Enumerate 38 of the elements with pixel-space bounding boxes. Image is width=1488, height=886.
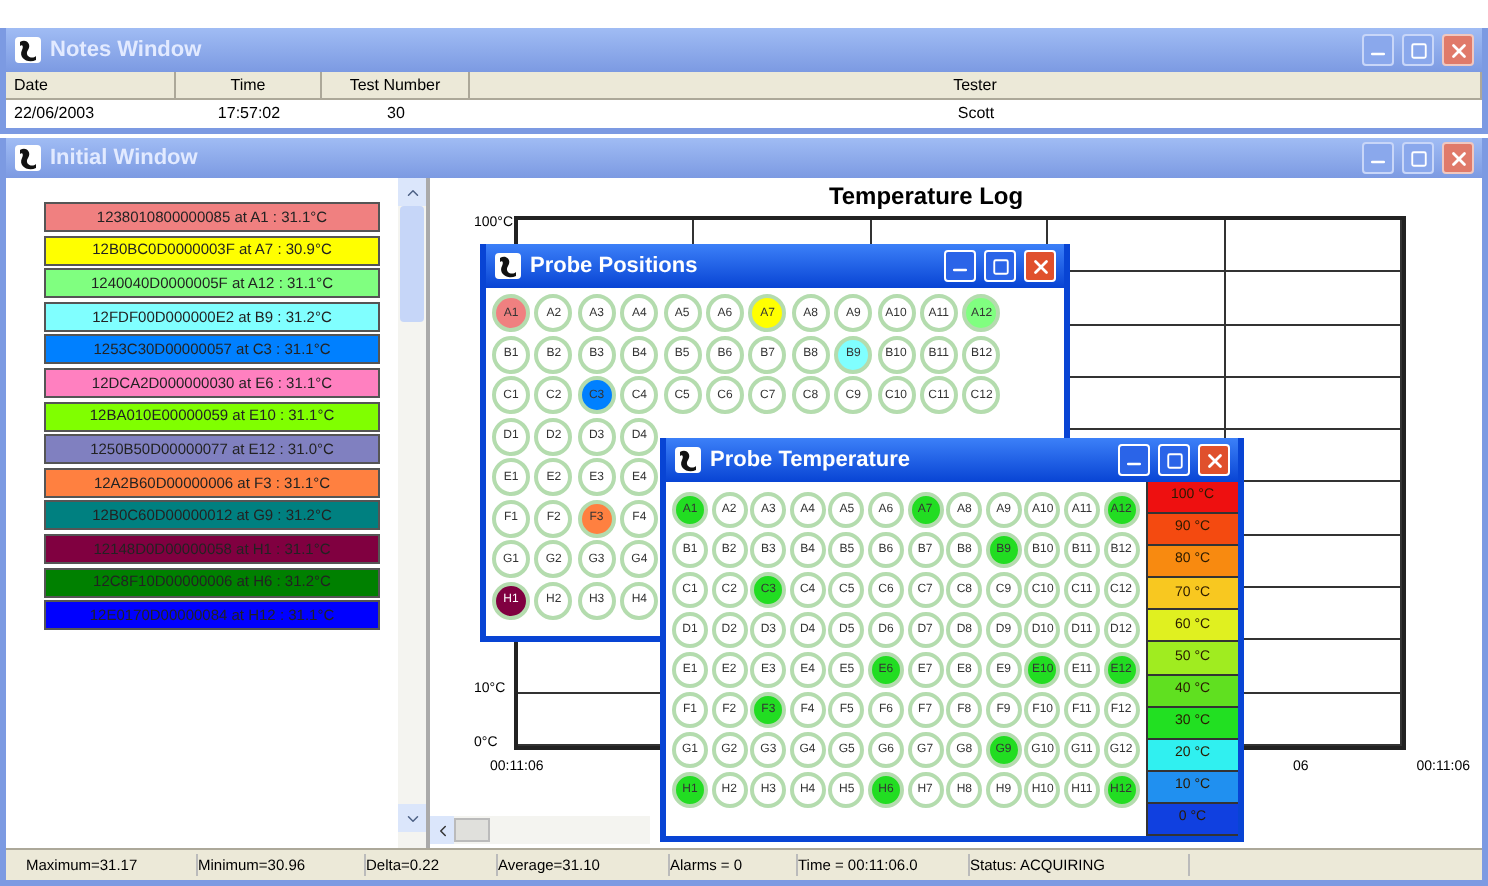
- close-button[interactable]: [1442, 34, 1474, 66]
- window-title: Probe Positions: [530, 251, 698, 282]
- close-button[interactable]: [1442, 142, 1474, 174]
- maximize-icon: [1165, 451, 1183, 469]
- table-cell-text: 30: [385, 102, 407, 126]
- minimize-button[interactable]: [1362, 142, 1394, 174]
- minimize-button[interactable]: [1362, 34, 1394, 66]
- table-cell-text: 22/06/2003: [12, 102, 97, 126]
- maximize-icon: [991, 257, 1009, 275]
- horizontal-scrollbar[interactable]: [430, 816, 650, 844]
- chart-title: Temperature Log: [826, 180, 1026, 214]
- window-title: Initial Window: [50, 143, 198, 174]
- app-icon: [674, 446, 702, 474]
- maximize-icon: [1409, 149, 1427, 167]
- app-icon: [14, 144, 42, 172]
- window-title: Notes Window: [50, 35, 202, 66]
- app-icon: [14, 36, 42, 64]
- app-icon: [494, 252, 522, 280]
- maximize-button[interactable]: [1402, 34, 1434, 66]
- column-header[interactable]: Date: [6, 72, 176, 98]
- close-icon: [1447, 39, 1469, 61]
- column-header[interactable]: Tester: [470, 72, 1482, 98]
- scroll-up-button[interactable]: [398, 178, 426, 206]
- close-icon: [1029, 255, 1051, 277]
- maximize-button[interactable]: [1402, 142, 1434, 174]
- table-cell-text: Scott: [955, 102, 997, 126]
- column-header[interactable]: Test Number: [322, 72, 470, 98]
- window-title: Probe Temperature: [710, 445, 911, 476]
- close-icon: [1447, 147, 1469, 169]
- vertical-scrollbar[interactable]: [398, 178, 426, 848]
- scroll-down-button[interactable]: [398, 804, 426, 832]
- table-cell-text: 17:57:02: [215, 102, 283, 126]
- scroll-left-button[interactable]: [430, 816, 454, 844]
- scroll-thumb[interactable]: [400, 206, 424, 322]
- scroll-thumb[interactable]: [454, 818, 490, 842]
- column-header[interactable]: Time: [176, 72, 322, 98]
- close-icon: [1203, 449, 1225, 471]
- maximize-icon: [1409, 41, 1427, 59]
